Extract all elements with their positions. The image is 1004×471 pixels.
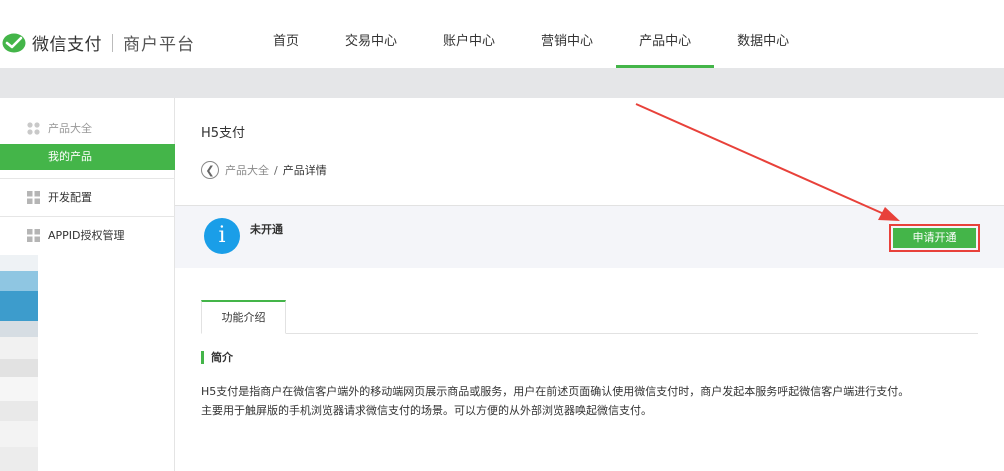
breadcrumb-separator: / [274, 163, 278, 177]
wechat-pay-logo-icon [2, 33, 26, 52]
description: H5支付是指商户在微信客户端外的移动端网页展示商品或服务，用户在前述页面确认使用… [201, 382, 909, 420]
wechat-pay-logo[interactable]: 微信支付 商户平台 [2, 30, 195, 55]
description-line: 主要用于触屏版的手机浏览器请求微信支付的场景。可以方便的从外部浏览器唤起微信支付… [201, 404, 652, 417]
nav-account[interactable]: 账户中心 [420, 0, 518, 68]
sidebar-item-my-products[interactable]: 我的产品 [0, 144, 175, 170]
logo-divider [112, 33, 113, 52]
nav-data[interactable]: 数据中心 [714, 0, 812, 68]
status-label: 未开通 [250, 223, 283, 236]
top-header: 微信支付 商户平台 首页 交易中心 账户中心 营销中心 产品中心 数据中心 [0, 0, 1004, 68]
sidebar-item-label: 开发配置 [48, 191, 92, 204]
header-band [0, 68, 1004, 98]
sidebar-category-products[interactable]: 产品大全 [0, 109, 175, 147]
nav-home[interactable]: 首页 [250, 0, 322, 68]
breadcrumb-current: 产品详情 [282, 164, 327, 177]
status-panel: i 未开通 申请开通 [175, 205, 1004, 268]
breadcrumb: ❮ 产品大全 / 产品详情 [201, 161, 327, 179]
sidebar-item-dev-config[interactable]: 开发配置 [0, 178, 175, 216]
top-nav: 首页 交易中心 账户中心 营销中心 产品中心 数据中心 [250, 0, 812, 68]
grid-icon [27, 228, 40, 242]
page-title: H5支付 [201, 126, 246, 141]
product-grid-icon [27, 121, 40, 135]
section-title: 简介 [201, 351, 233, 364]
back-arrow-icon[interactable]: ❮ [201, 161, 219, 179]
apply-button[interactable]: 申请开通 [893, 228, 976, 248]
logo-subtitle: 商户平台 [123, 35, 195, 55]
pixelated-blur-region [0, 255, 38, 471]
description-line: H5支付是指商户在微信客户端外的移动端网页展示商品或服务，用户在前述页面确认使用… [201, 385, 910, 398]
tab-feature-intro[interactable]: 功能介绍 [201, 300, 286, 334]
nav-marketing[interactable]: 营销中心 [518, 0, 616, 68]
grid-icon [27, 190, 40, 204]
logo-text: 微信支付 [32, 35, 102, 55]
sidebar-item-appid-auth[interactable]: APPID授权管理 [0, 216, 175, 254]
tab-bar-divider [201, 333, 978, 334]
sidebar-category-label: 产品大全 [48, 122, 92, 135]
apply-button-highlight: 申请开通 [889, 224, 980, 252]
breadcrumb-parent-link[interactable]: 产品大全 [225, 162, 269, 178]
sidebar-item-label: APPID授权管理 [48, 229, 125, 242]
nav-products[interactable]: 产品中心 [616, 0, 715, 68]
nav-transactions[interactable]: 交易中心 [322, 0, 420, 68]
info-icon: i [204, 218, 240, 254]
